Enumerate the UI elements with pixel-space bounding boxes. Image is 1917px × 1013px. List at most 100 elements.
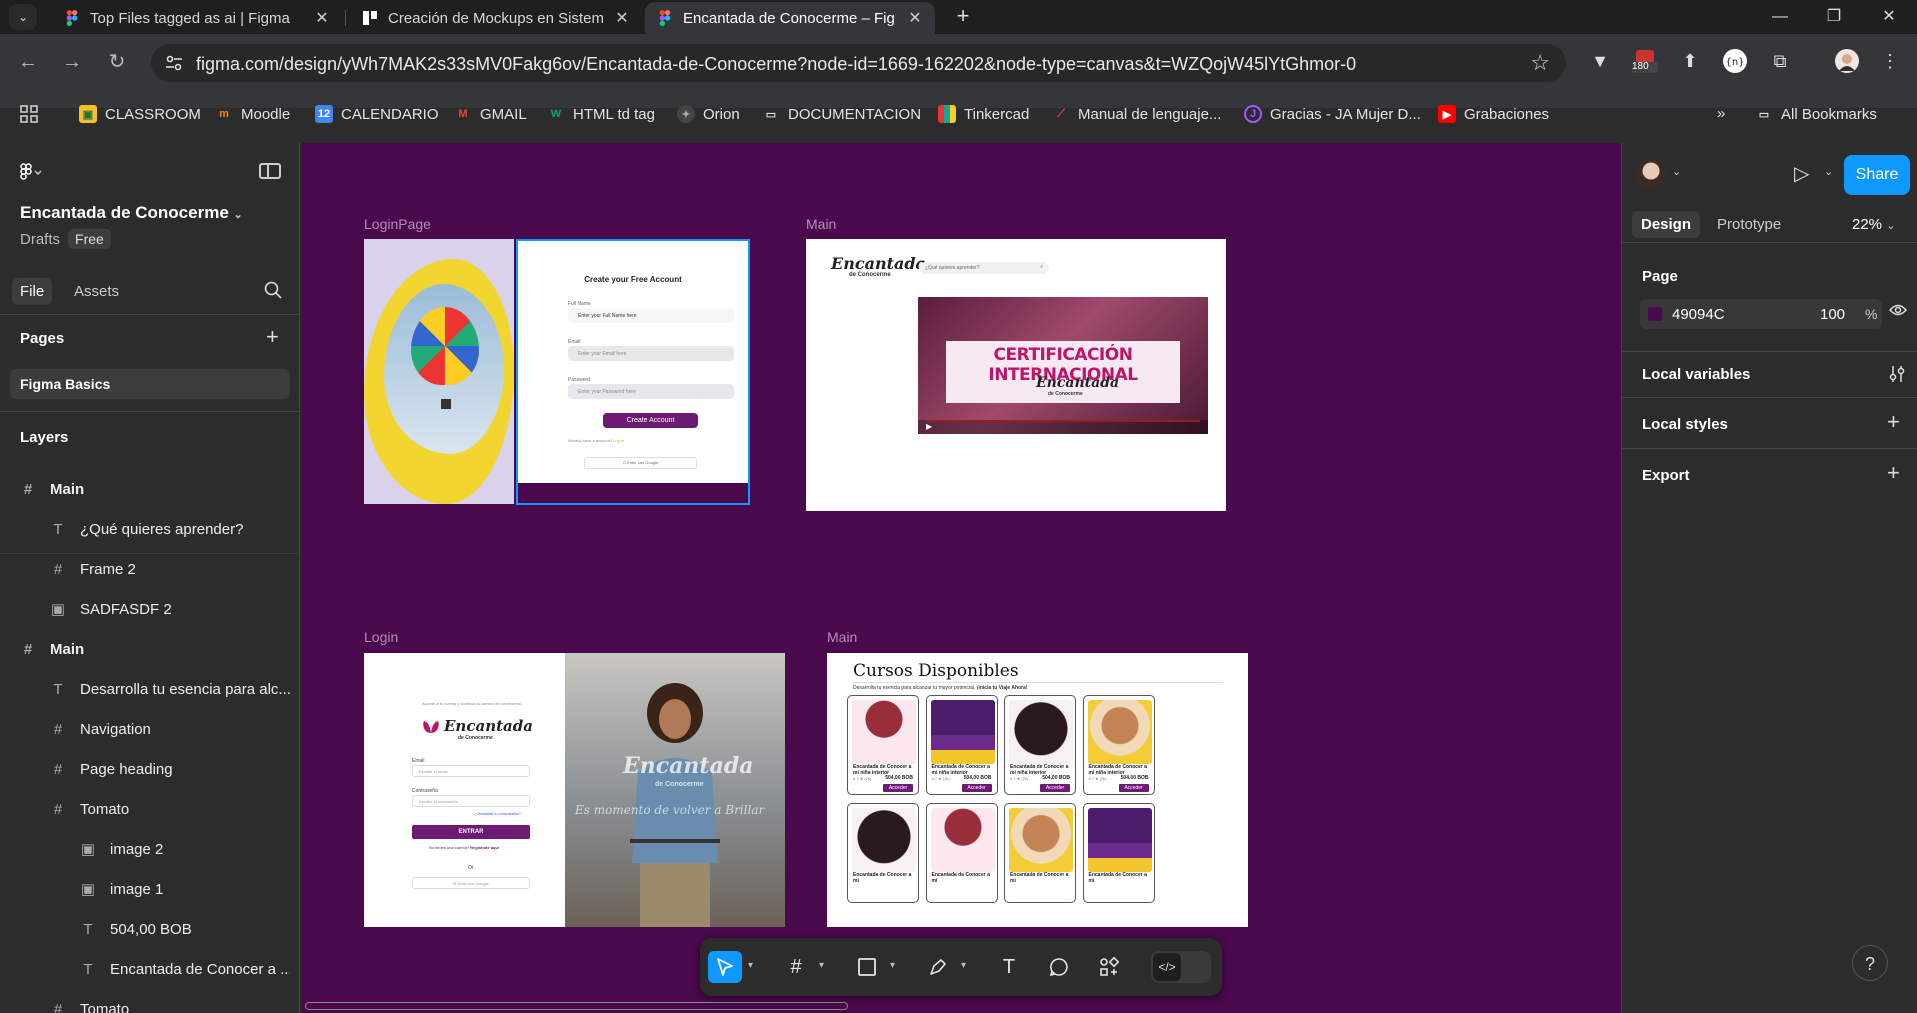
site-settings-icon[interactable] [165,54,183,72]
frame-label-main[interactable]: Main [806,216,836,232]
reload-icon[interactable]: ↻ [101,46,133,78]
new-tab-button[interactable]: + [950,4,976,30]
minimize-icon[interactable]: — [1757,0,1803,34]
close-window-icon[interactable]: ✕ [1866,0,1912,34]
apps-grid-icon[interactable] [20,105,38,123]
full-name-field[interactable]: Enter your Full Name here [568,308,734,323]
comment-tool-icon[interactable] [1042,951,1076,983]
drafts-label[interactable]: Drafts [20,231,60,248]
frame-tool-icon[interactable]: # [779,951,813,983]
course-card[interactable]: Encantada de Conocer a mi [1004,803,1076,903]
frame-login[interactable]: Accede a tu cuenta y continúa tu camino … [364,653,785,927]
signup-card-selected[interactable]: Create your Free Account Full Name Enter… [516,239,750,505]
course-card[interactable]: Encantada de Conocer a mi niña interior 4… [925,695,998,795]
google-signup-button[interactable]: G Enter con Google [584,457,697,469]
local-variables-heading[interactable]: Local variables [1642,366,1750,383]
chevron-down-icon[interactable]: ▾ [748,960,753,971]
bookmark-html-td-tag[interactable]: W HTML td tag [547,105,655,123]
close-icon[interactable]: ✕ [905,8,925,28]
forgot-password-link[interactable]: ¿Olvidaste tu contraseña? [474,811,521,816]
frame-main-cursos[interactable]: Cursos Disponibles Desarrolla tu esencia… [827,653,1248,927]
entrar-button[interactable]: ENTRAR [412,825,530,839]
save-extension-icon[interactable]: ⬆ [1676,47,1704,75]
color-swatch[interactable] [1648,307,1662,321]
browser-tab-1[interactable]: Top Files tagged as ai | Figma ✕ [52,2,342,34]
tab-assets[interactable]: Assets [66,278,127,305]
profile-avatar[interactable] [1833,47,1861,75]
tab-file[interactable]: File [12,278,53,305]
page-item-figma-basics[interactable]: Figma Basics [10,369,290,399]
bookmark-calendario[interactable]: 12 CALENDARIO [315,105,439,123]
design-canvas[interactable]: LoginPage Create your Free Account Full … [301,143,1621,1013]
user-avatar[interactable] [1636,159,1666,189]
acceder-button[interactable]: Acceder [961,784,992,792]
chevron-down-icon[interactable]: ▾ [961,960,966,971]
dev-mode-toggle[interactable]: </> [1151,951,1211,983]
figma-menu-icon[interactable] [20,163,42,189]
variables-settings-icon[interactable] [1889,365,1905,388]
login-email-field[interactable]: Escribe tu email [412,765,530,777]
canvas-horizontal-scrollbar[interactable] [305,1002,848,1010]
password-field[interactable]: Enter your Password here [568,384,734,399]
bookmark-gmail[interactable]: M GMAIL [454,105,526,123]
more-bookmarks-chevron-icon[interactable]: » [1717,105,1725,122]
bookmark-moodle[interactable]: m Moodle [215,105,290,123]
layer-row[interactable]: T 504,00 BOB [80,909,290,949]
course-card[interactable]: Encantada de Conocer a mi [1082,803,1155,903]
present-play-icon[interactable]: ▷ [1794,161,1809,186]
vpn-extension-icon[interactable]: ▼ [1586,47,1614,75]
tab-design[interactable]: Design [1632,211,1701,238]
layer-row[interactable]: T ¿Qué quieres aprender? [50,509,290,549]
layer-row[interactable]: T Encantada de Conocer a ... [80,949,290,989]
layer-row[interactable]: # Tomato [50,789,290,829]
layer-row[interactable]: # Tomato [50,989,290,1013]
chevron-down-icon[interactable]: ⌄ [1824,165,1833,178]
zoom-level[interactable]: 22% ⌄ [1852,216,1895,233]
course-card[interactable]: Encantada de Conocer a mi niña interior 4… [1082,695,1155,795]
bookmark-orion[interactable]: ✦ Orion [677,105,740,123]
bookmark-grabaciones[interactable]: ▶ Grabaciones [1438,105,1549,123]
code-extension-icon[interactable]: {n} [1721,47,1749,75]
page-opacity[interactable]: 100 [1820,306,1845,323]
page-color-hex[interactable]: 49094C [1672,306,1725,323]
layer-row[interactable]: # Main [20,469,290,509]
chevron-down-icon[interactable]: ▾ [890,960,895,971]
eye-icon[interactable] [1888,303,1908,322]
frame-main-video[interactable]: Encantada de Conocerme ¿Qué quieres apre… [806,239,1226,511]
layer-row[interactable]: # Frame 2 [50,549,290,589]
chevron-down-icon[interactable]: ▾ [819,960,824,971]
layer-row[interactable]: ▣ image 1 [80,869,290,909]
tab-search-button[interactable]: ⌄ [9,4,37,30]
share-button[interactable]: Share [1844,155,1910,195]
course-card[interactable]: Encantada de Conocer a mi niña interior 4… [847,695,919,795]
acceder-button[interactable]: Acceder [883,784,913,792]
back-arrow-icon[interactable]: ← [12,46,44,78]
acceder-button[interactable]: Acceder [1118,784,1149,792]
email-field[interactable]: Enter your Email here [568,346,734,361]
bookmark-star-icon[interactable]: ☆ [1530,50,1550,76]
browser-tab-2[interactable]: Creación de Mockups en Sistem ✕ [350,2,642,34]
layer-row[interactable]: # Navigation [50,709,290,749]
frame-label-loginpage[interactable]: LoginPage [364,216,431,232]
layer-row[interactable]: # Main [20,629,290,669]
address-bar[interactable]: figma.com/design/yWh7MAK2s33sMV0Fakg6ov/… [151,44,1566,82]
layer-row[interactable]: # Page heading [50,749,290,789]
bookmark-gracias[interactable]: J Gracias - JA Mujer D... [1244,105,1421,123]
forward-arrow-icon[interactable]: → [56,46,88,78]
chrome-menu-icon[interactable]: ⋮ [1876,47,1904,75]
layer-row[interactable]: ▣ SADFASDF 2 [50,589,290,629]
add-style-icon[interactable]: + [1887,409,1900,435]
bookmark-documentacion[interactable]: ▭ DOCUMENTACION [762,105,921,123]
google-login-button[interactable]: G Enter con Google [412,877,530,889]
course-card[interactable]: Encantada de Conocer a mi niña interior 4… [1004,695,1076,795]
bookmark-classroom[interactable]: ▣ CLASSROOM [79,105,201,123]
layer-row[interactable]: T Desarrolla tu esencia para alc... [50,669,290,709]
register-link[interactable]: Regístrate aquí [470,845,499,850]
bookmark-manual[interactable]: ⟋ Manual de lenguaje... [1052,105,1221,123]
login-link[interactable]: Log in [613,438,624,443]
rectangle-tool-icon[interactable] [850,951,884,983]
course-card[interactable]: Encantada de Conocer a mi [925,803,998,903]
pen-tool-icon[interactable] [921,951,955,983]
sidebar-toggle-icon[interactable] [259,163,281,179]
browser-tab-3[interactable]: Encantada de Conocerme – Fig ✕ [645,2,935,34]
